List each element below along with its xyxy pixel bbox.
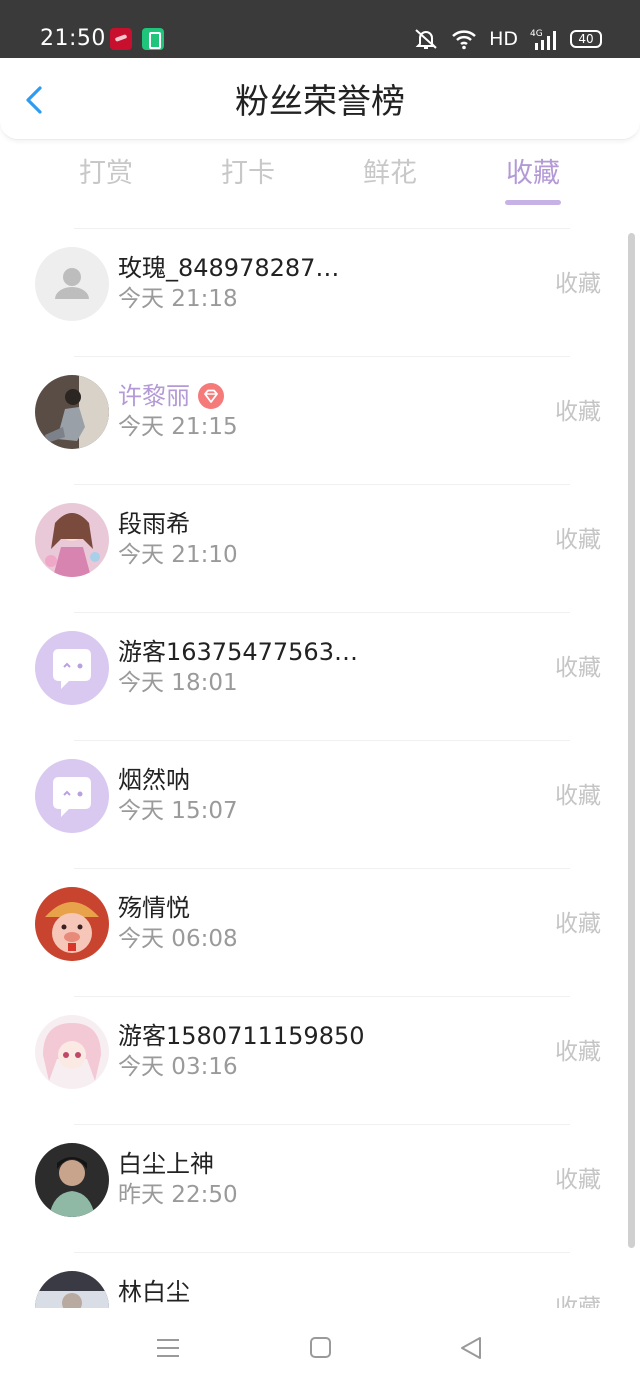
list-item[interactable]: 游客16375477563… 今天 18:01 收藏: [0, 612, 640, 740]
divider: [74, 868, 570, 869]
list-item[interactable]: 烟然呐 今天 15:07 收藏: [0, 740, 640, 868]
user-name: 段雨希: [118, 510, 190, 538]
status-indicators: HD 4G 40: [413, 27, 602, 51]
chat-bubble-icon: [35, 631, 109, 705]
list-item[interactable]: 游客1580711159850 今天 03:16 收藏: [0, 996, 640, 1124]
system-nav-bar: [0, 1308, 640, 1387]
chat-bubble-icon: [35, 759, 109, 833]
timestamp: 今天 03:16: [118, 1054, 238, 1080]
list-item[interactable]: 林白尘 收藏: [0, 1252, 640, 1308]
battery-icon: 40: [570, 30, 602, 48]
action-label: 收藏: [555, 1039, 601, 1065]
list-item[interactable]: 许黎丽 今天 21:15 收藏: [0, 356, 640, 484]
anime-avatar: [35, 1015, 109, 1089]
avatar[interactable]: [35, 1271, 109, 1308]
app-notification-icon: [142, 28, 164, 50]
action-label: 收藏: [555, 655, 601, 681]
photo-avatar: [35, 1143, 109, 1217]
avatar[interactable]: [35, 247, 109, 321]
status-time: 21:50: [40, 26, 106, 51]
tab-indicator: [505, 200, 561, 205]
status-bar: 21:50 HD 4G 40: [0, 0, 640, 58]
action-label: 收藏: [555, 1295, 601, 1308]
user-name: 许黎丽: [118, 380, 224, 412]
avatar[interactable]: [35, 631, 109, 705]
tab-checkin[interactable]: 打卡: [188, 150, 308, 198]
list-item[interactable]: 白尘上神 昨天 22:50 收藏: [0, 1124, 640, 1252]
avatar[interactable]: [35, 759, 109, 833]
photo-avatar: [35, 1271, 109, 1308]
network-label: HD: [489, 28, 518, 50]
signal-icon: 4G: [530, 29, 556, 50]
menu-icon[interactable]: [153, 1334, 183, 1362]
timestamp: 今天 21:18: [118, 286, 238, 312]
photo-avatar: [35, 375, 109, 449]
divider: [74, 740, 570, 741]
divider: [74, 228, 570, 229]
page-title: 粉丝荣誉榜: [235, 82, 405, 122]
app-notification-icon: [110, 28, 132, 50]
default-user-icon: [35, 247, 109, 321]
divider: [74, 612, 570, 613]
home-icon[interactable]: [305, 1334, 335, 1362]
action-label: 收藏: [555, 1167, 601, 1193]
avatar[interactable]: [35, 1143, 109, 1217]
action-label: 收藏: [555, 911, 601, 937]
action-label: 收藏: [555, 399, 601, 425]
vip-diamond-icon: [198, 383, 224, 409]
action-label: 收藏: [555, 783, 601, 809]
user-name: 烟然呐: [118, 766, 190, 794]
list-item[interactable]: 段雨希 今天 21:10 收藏: [0, 484, 640, 612]
divider: [74, 356, 570, 357]
user-name: 白尘上神: [118, 1150, 214, 1178]
mute-bell-icon: [415, 29, 437, 49]
action-label: 收藏: [555, 271, 601, 297]
avatar[interactable]: [35, 887, 109, 961]
timestamp: 今天 18:01: [118, 670, 238, 696]
timestamp: 今天 15:07: [118, 798, 238, 824]
avatar[interactable]: [35, 375, 109, 449]
tab-reward[interactable]: 打赏: [46, 150, 166, 198]
divider: [74, 1124, 570, 1125]
timestamp: 今天 06:08: [118, 926, 238, 952]
anime-avatar: [35, 503, 109, 577]
divider: [74, 996, 570, 997]
cartoon-pig-avatar: [35, 887, 109, 961]
user-name: 玫瑰_848978287…: [118, 254, 340, 282]
user-name: 游客16375477563…: [118, 638, 358, 666]
avatar[interactable]: [35, 1015, 109, 1089]
timestamp: 今天 21:10: [118, 542, 238, 568]
list-item[interactable]: 殇情悦 今天 06:08 收藏: [0, 868, 640, 996]
back-triangle-icon[interactable]: [456, 1334, 486, 1362]
user-name: 游客1580711159850: [118, 1022, 365, 1050]
action-label: 收藏: [555, 527, 601, 553]
timestamp: 昨天 22:50: [118, 1182, 238, 1208]
header: 粉丝荣誉榜: [0, 58, 640, 140]
divider: [74, 484, 570, 485]
timestamp: 今天 21:15: [118, 414, 238, 440]
fan-list: 玫瑰_848978287… 今天 21:18 收藏 许黎丽 今天 21:15 收…: [0, 228, 640, 1308]
scrollbar[interactable]: [628, 233, 635, 1248]
signal-label: 4G: [530, 29, 543, 39]
divider: [74, 1252, 570, 1253]
tab-favorites[interactable]: 收藏: [473, 150, 593, 198]
avatar[interactable]: [35, 503, 109, 577]
list-item[interactable]: 玫瑰_848978287… 今天 21:18 收藏: [0, 228, 640, 356]
wifi-icon: [452, 30, 476, 50]
tab-flowers[interactable]: 鲜花: [330, 150, 450, 198]
user-name: 殇情悦: [118, 894, 190, 922]
user-name: 林白尘: [118, 1278, 190, 1306]
